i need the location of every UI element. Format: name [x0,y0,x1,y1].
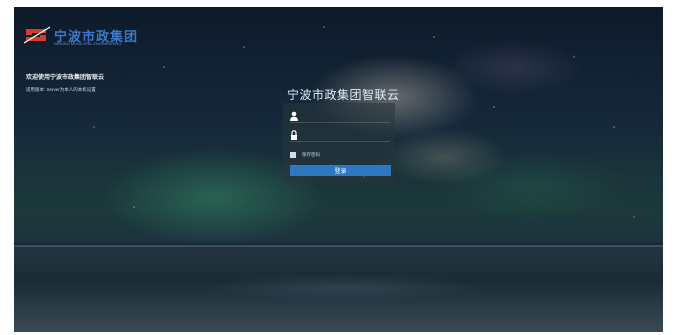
welcome-info: 适用版本: Server为本人的本机设置 [26,87,96,92]
remember-password[interactable]: 保存密码 [290,152,320,158]
password-row [290,129,390,142]
logo-mark-icon [24,26,50,44]
user-icon [290,111,298,121]
remember-label: 保存密码 [302,152,320,157]
welcome-heading: 欢迎使用宁波市政集团智联云 [26,75,105,81]
username-input[interactable] [302,110,388,122]
sea [14,247,663,332]
lock-icon [291,130,297,140]
username-row [290,110,390,123]
brand-subtitle: NINGBO MUNICIPAL ENGINEERING [54,41,122,46]
login-button[interactable]: 登录 [290,165,391,176]
login-title: 宁波市政集团智联云 [287,88,400,102]
password-input[interactable] [302,129,388,141]
remember-checkbox[interactable] [290,152,296,158]
